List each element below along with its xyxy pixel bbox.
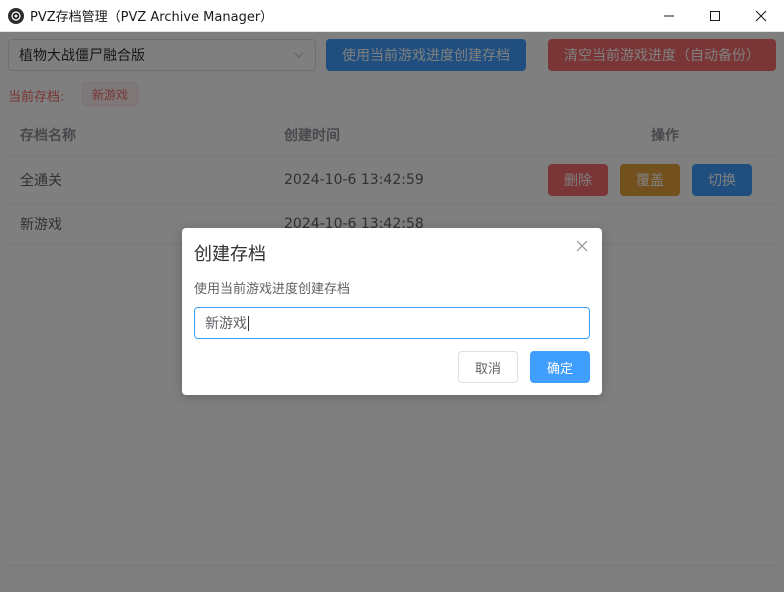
dialog-title: 创建存档 [194, 244, 266, 265]
confirm-button[interactable]: 确定 [530, 351, 590, 383]
dialog-message: 使用当前游戏进度创建存档 [194, 282, 351, 297]
close-icon [755, 10, 767, 21]
close-icon[interactable] [576, 240, 588, 252]
title-bar: PVZ存档管理（PVZ Archive Manager） [0, 0, 784, 32]
close-window-button[interactable] [738, 0, 784, 32]
text-caret [248, 315, 249, 331]
window-title: PVZ存档管理（PVZ Archive Manager） [30, 10, 274, 25]
cancel-button[interactable]: 取消 [458, 351, 518, 383]
maximize-button[interactable] [692, 0, 738, 32]
create-archive-dialog: 创建存档 使用当前游戏进度创建存档 新游戏 取消 确定 [182, 228, 602, 395]
minimize-icon [664, 15, 674, 16]
minimize-button[interactable] [646, 0, 692, 32]
app-logo-icon [8, 7, 24, 24]
archive-name-input-value: 新游戏 [205, 316, 247, 332]
archive-name-input[interactable]: 新游戏 [194, 307, 590, 339]
maximize-icon [710, 10, 720, 21]
